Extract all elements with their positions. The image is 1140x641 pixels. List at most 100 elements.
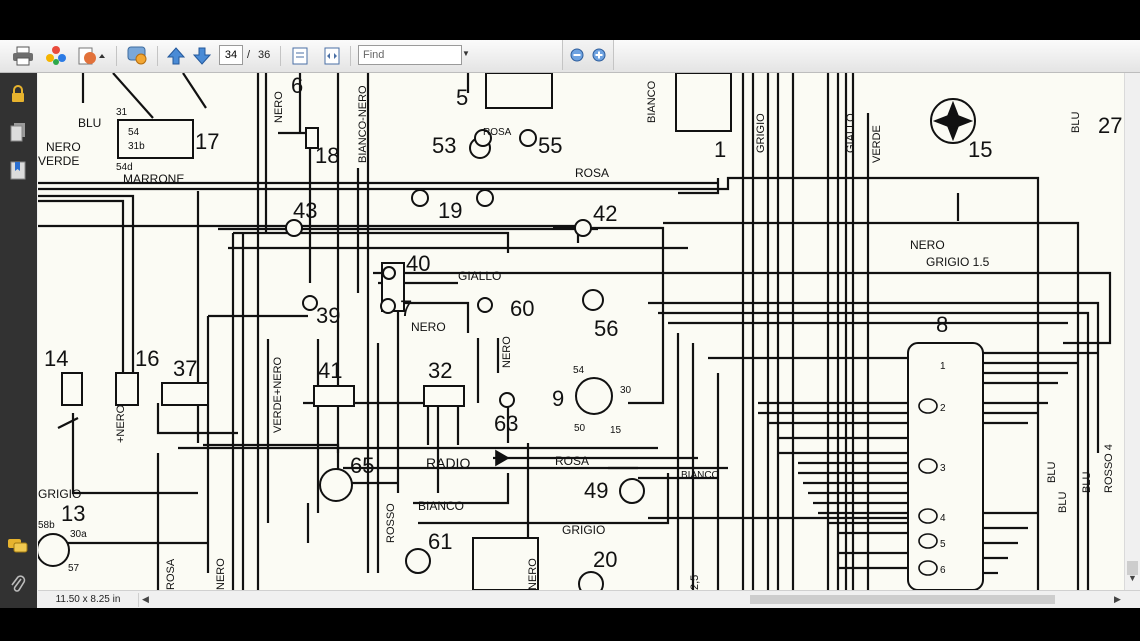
pages-icon[interactable]	[6, 120, 30, 144]
wire-label: BLU	[1046, 462, 1058, 483]
wire-label: GIALLO	[845, 113, 857, 153]
wire-label: ROSA	[165, 558, 177, 590]
component-number: 13	[61, 501, 85, 526]
wire-label: ROSSO	[385, 503, 397, 543]
terminal-label: 15	[610, 425, 622, 436]
attachments-icon[interactable]	[6, 572, 30, 596]
component-number: 61	[428, 529, 452, 554]
terminal-label: 30	[620, 385, 632, 396]
wire-label: 2,5	[689, 575, 701, 590]
wire-label: BIANCO	[418, 499, 464, 513]
component-number: 65	[350, 453, 374, 478]
color-icon[interactable]	[44, 44, 68, 68]
zoom-out-icon[interactable]	[568, 43, 586, 67]
side-panel	[0, 73, 37, 608]
component-number: 43	[293, 198, 317, 223]
wire-label: GRIGIO	[38, 487, 81, 501]
fit-width-icon[interactable]	[320, 44, 344, 68]
component-number: 6	[291, 73, 303, 98]
component-number: 41	[318, 358, 342, 383]
terminal-label: 57	[68, 563, 80, 574]
horizontal-scrollbar[interactable]: 11.50 x 8.25 in ◀ ▶	[38, 590, 1140, 608]
wire-label: ROSA	[575, 166, 609, 180]
zoom-in-icon[interactable]	[590, 43, 608, 67]
page-size-label: 11.50 x 8.25 in	[38, 593, 139, 607]
wire-label: GIALLO	[458, 269, 501, 283]
scroll-left-icon[interactable]: ◀	[142, 594, 149, 605]
wire-label: BLU	[1057, 492, 1069, 513]
component-number: 14	[44, 346, 68, 371]
wire-label: BLU	[1081, 472, 1093, 493]
terminal-label: 31	[116, 107, 128, 118]
component-number: 19	[438, 198, 462, 223]
scroll-right-icon[interactable]: ▶	[1114, 594, 1121, 605]
wire-label: GRIGIO 1.5	[926, 255, 990, 269]
wire-label: VERDE	[38, 154, 79, 168]
wire-label: +NERO	[115, 404, 127, 443]
toolbar-separator	[280, 46, 281, 66]
vertical-scrollbar[interactable]: ▼	[1124, 73, 1140, 590]
wire-label: RADIO	[426, 455, 470, 471]
wire-label: NERO	[527, 558, 539, 590]
zoom-controls	[562, 40, 614, 70]
wire-label: VERDE	[871, 125, 883, 163]
wire-label: GRIGIO	[562, 523, 605, 537]
toolbar: / 36 ▼	[0, 40, 1140, 73]
terminal-label: 30a	[70, 529, 87, 540]
component-number: 40	[406, 251, 430, 276]
component-number: 20	[593, 547, 617, 572]
page-number-input[interactable]	[219, 45, 243, 65]
component-number: 60	[510, 296, 534, 321]
wire-label: NERO	[215, 558, 227, 590]
component-number: 42	[593, 201, 617, 226]
wire-label: BLU	[78, 116, 101, 130]
wire-label: ROSA	[555, 454, 589, 468]
wire-label: VERDE+NERO	[272, 356, 284, 433]
component-number: 17	[195, 129, 219, 154]
wiring-diagram: 6 5 53 55 1 15 27 17 18 43 19 42 40 39 7…	[38, 73, 1122, 590]
wire-label: BLU	[1070, 112, 1082, 133]
terminal-label: 1	[940, 361, 946, 372]
component-number: 5	[456, 85, 468, 110]
comment-icon[interactable]	[124, 44, 150, 68]
component-number: 37	[173, 356, 197, 381]
toolbar-separator	[157, 46, 158, 66]
component-number: 16	[135, 346, 159, 371]
terminal-label: 2	[940, 403, 946, 414]
wire-label: ROSSO 4	[1103, 444, 1115, 493]
page-total: 36	[258, 49, 271, 61]
page-down-icon[interactable]	[190, 44, 214, 68]
wire-label: MARRONE	[123, 172, 184, 186]
horizontal-scroll-thumb[interactable]	[750, 595, 1055, 604]
fit-page-icon[interactable]	[288, 44, 312, 68]
bookmarks-icon[interactable]	[6, 158, 30, 182]
wire-label: NERO	[411, 320, 446, 334]
print-icon[interactable]	[10, 44, 36, 68]
terminal-label: 31b	[128, 141, 145, 152]
toolbar-separator	[116, 46, 117, 66]
component-number: 32	[428, 358, 452, 383]
component-number: 8	[936, 312, 948, 337]
component-number: 39	[316, 303, 340, 328]
lock-icon[interactable]	[6, 82, 30, 106]
wire-label: NERO	[501, 336, 513, 368]
wire-label: NERO	[46, 140, 81, 154]
component-number: 18	[315, 143, 339, 168]
wire-label: NERO	[910, 238, 945, 252]
letterbox-bar	[0, 608, 1140, 641]
scroll-down-icon[interactable]: ▼	[1128, 573, 1137, 583]
wire-label: NERO	[273, 91, 285, 123]
component-number: 9	[552, 386, 564, 411]
find-input[interactable]	[358, 45, 462, 65]
terminal-label: 6	[940, 565, 946, 576]
component-number: 56	[594, 316, 618, 341]
component-number: 7	[400, 296, 412, 321]
wire-label: BIANCO	[681, 470, 720, 481]
document-page[interactable]: 6 5 53 55 1 15 27 17 18 43 19 42 40 39 7…	[38, 73, 1124, 590]
export-icon[interactable]	[76, 44, 108, 68]
find-dropdown-icon[interactable]: ▼	[462, 49, 470, 58]
page-up-icon[interactable]	[164, 44, 188, 68]
wire-label: GRIGIO	[755, 113, 767, 153]
terminal-label: 5	[940, 539, 946, 550]
comments-icon[interactable]	[6, 534, 30, 558]
